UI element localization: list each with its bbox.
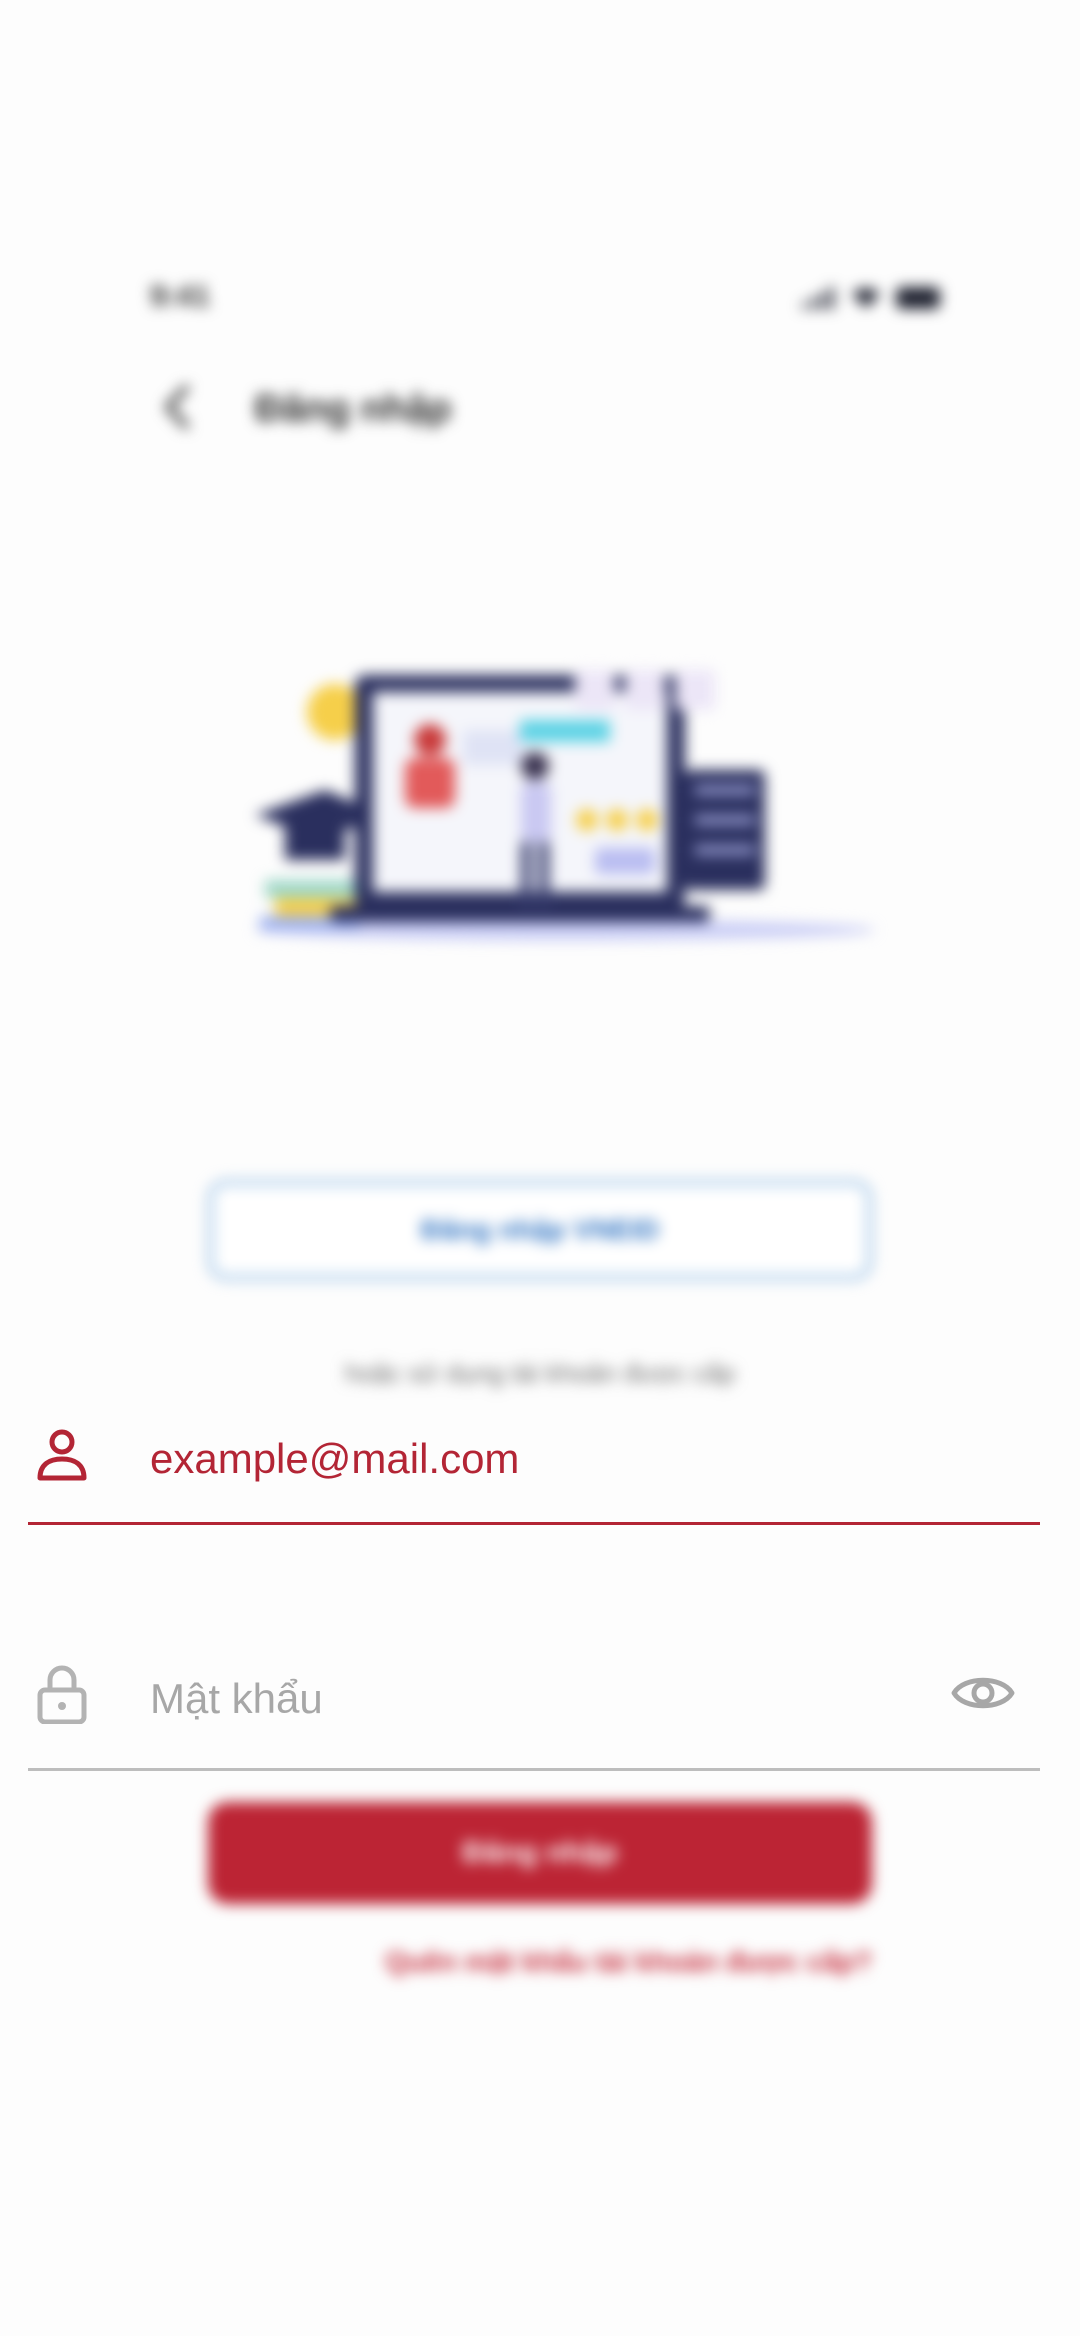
status-icons (802, 286, 940, 310)
login-screen: 9:41 Đăng nhập Đăng nhập VNEID hoặc sử d… (0, 0, 1080, 2336)
email-field[interactable] (28, 1410, 1040, 1525)
battery-icon (896, 287, 940, 309)
password-input[interactable] (150, 1664, 930, 1734)
divider-text: hoặc sử dụng tài khoản được cấp (344, 1358, 736, 1388)
page-title: Đăng nhập (255, 388, 452, 430)
blurred-background: 9:41 Đăng nhập Đăng nhập VNEID hoặc sử d… (0, 0, 1080, 2336)
signal-icon (802, 287, 834, 309)
login-button[interactable]: Đăng nhập (208, 1802, 872, 1904)
status-bar: 9:41 (150, 280, 940, 320)
status-time: 9:41 (150, 280, 211, 313)
email-input[interactable] (150, 1424, 930, 1494)
vneid-login-button[interactable]: Đăng nhập VNEID (208, 1180, 872, 1280)
forgot-password-link[interactable]: Quên mật khẩu tài khoản được cấp? (385, 1946, 872, 1978)
lock-icon (37, 1665, 87, 1724)
login-button-label: Đăng nhập (462, 1836, 618, 1869)
nav-bar: Đăng nhập (150, 380, 940, 440)
chevron-left-icon[interactable] (158, 382, 198, 432)
vneid-login-label: Đăng nhập VNEID (420, 1214, 659, 1245)
online-learning-illustration (255, 670, 875, 940)
eye-icon[interactable] (950, 1670, 1016, 1716)
wifi-icon (852, 288, 880, 308)
password-field[interactable] (28, 1656, 1040, 1771)
user-icon (37, 1429, 87, 1481)
